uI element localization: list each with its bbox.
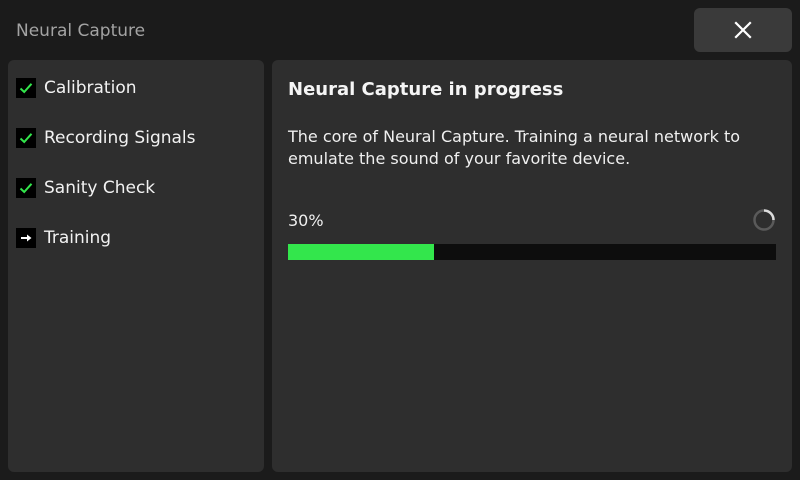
main-panel: Neural Capture in progress The core of N…: [272, 60, 792, 472]
step-label: Calibration: [44, 78, 137, 98]
progress-fill: [288, 244, 435, 260]
step-recording-signals: Recording Signals: [16, 126, 196, 150]
step-calibration: Calibration: [16, 76, 137, 100]
check-icon: [16, 128, 36, 148]
steps-sidebar: Calibration Recording Signals Sanity Che…: [8, 60, 264, 472]
arrow-right-icon: [16, 228, 36, 248]
step-label: Sanity Check: [44, 178, 156, 198]
description-text: The core of Neural Capture. Training a n…: [288, 127, 741, 168]
neural-capture-window: Neural Capture Calibration Recording Sig…: [0, 0, 800, 480]
step-sanity-check: Sanity Check: [16, 176, 155, 200]
check-icon: [16, 78, 36, 98]
step-training: Training: [16, 226, 111, 250]
page-title: Neural Capture in progress: [288, 79, 564, 100]
close-icon: [734, 21, 752, 39]
check-icon: [16, 178, 36, 198]
step-label: Recording Signals: [44, 128, 196, 148]
close-button[interactable]: [694, 8, 792, 52]
progress-percent: 30%: [288, 211, 324, 230]
progress-bar: [288, 244, 776, 260]
loading-spinner-icon: [753, 209, 775, 231]
step-label: Training: [44, 228, 112, 248]
window-title: Neural Capture: [16, 21, 146, 41]
